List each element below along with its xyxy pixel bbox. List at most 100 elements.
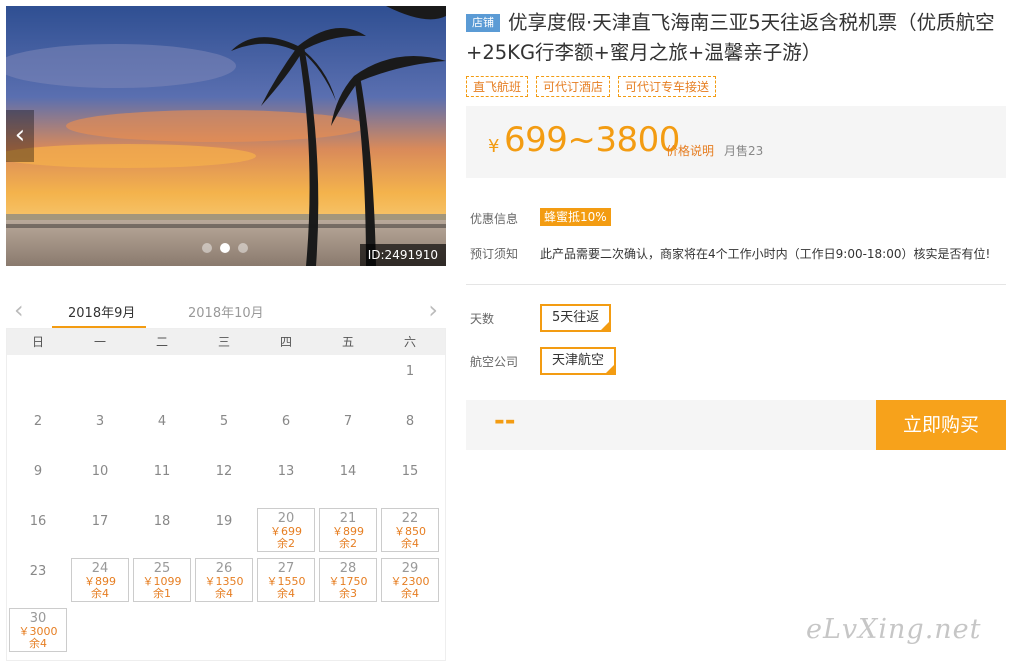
calendar-month-tabs: ‹ 2018年9月 2018年10月 ›	[6, 294, 446, 330]
day-number: 28	[339, 561, 357, 576]
feature-tag: 可代订专车接送	[618, 76, 717, 97]
calendar-day: 4	[131, 405, 193, 455]
day-remaining: 余4	[277, 587, 295, 600]
day-number: 13	[277, 464, 295, 479]
weekday-label: 五	[341, 335, 354, 349]
day-number: 9	[33, 464, 43, 479]
selected-price-placeholder: --	[494, 406, 516, 436]
calendar-day: 16	[7, 505, 69, 555]
days-option-button[interactable]: 5天往返	[540, 304, 612, 332]
weekday-label: 一	[93, 335, 106, 349]
day-remaining: 余4	[29, 637, 47, 650]
day-number: 24	[91, 561, 109, 576]
price-explanation-link[interactable]: 价格说明	[666, 142, 714, 159]
slide-dot[interactable]	[220, 243, 230, 253]
tab-month-1[interactable]: 2018年9月	[68, 302, 135, 321]
site-watermark: eLvXing.net	[806, 614, 982, 645]
day-number: 12	[215, 464, 233, 479]
calendar-day: 13	[255, 455, 317, 505]
day-number: 6	[281, 414, 291, 429]
day-number: 5	[219, 414, 229, 429]
day-number: 3	[95, 414, 105, 429]
product-title: 店铺 优享度假·天津直飞海南三亚5天往返含税机票（优质航空+25KG行李额+蜜月之…	[466, 8, 1006, 68]
calendar-empty-cell	[131, 355, 193, 405]
slide-dot[interactable]	[202, 243, 212, 253]
calendar-day: 10	[69, 455, 131, 505]
day-remaining: 余4	[91, 587, 109, 600]
day-number: 27	[277, 561, 295, 576]
calendar-day: 2	[7, 405, 69, 455]
calendar-empty-cell	[317, 355, 379, 405]
divider	[466, 284, 1006, 285]
day-number: 26	[215, 561, 233, 576]
calendar-day: 12	[193, 455, 255, 505]
airline-option-button[interactable]: 天津航空	[540, 347, 617, 375]
calendar-day[interactable]: 24 ￥899 余4	[71, 558, 129, 602]
calendar-day[interactable]: 21 ￥899 余2	[319, 508, 377, 552]
calendar-day[interactable]: 25 ￥1099 余1	[133, 558, 191, 602]
calendar-day: 19	[193, 505, 255, 555]
airline-label: 航空公司	[470, 355, 519, 369]
day-number: 21	[339, 511, 357, 526]
next-month-icon[interactable]: ›	[428, 296, 438, 324]
day-remaining: 余4	[401, 587, 419, 600]
feature-tag: 直飞航班	[466, 76, 529, 97]
calendar-day[interactable]: 20 ￥699 余2	[257, 508, 315, 552]
monthly-sales: 月售23	[724, 144, 764, 158]
calendar-day[interactable]: 22 ￥850 余4	[381, 508, 439, 552]
day-number: 14	[339, 464, 357, 479]
day-number: 16	[29, 514, 47, 529]
shop-badge[interactable]: 店铺	[466, 14, 500, 32]
day-number: 22	[401, 511, 419, 526]
calendar-day: 6	[255, 405, 317, 455]
buy-now-button[interactable]: 立即购买	[876, 400, 1006, 450]
calendar-day: 15	[379, 455, 441, 505]
calendar-day: 23	[7, 555, 69, 605]
slide-dot[interactable]	[238, 243, 248, 253]
day-number: 29	[401, 561, 419, 576]
weekday-label: 二	[155, 335, 168, 349]
day-number: 23	[29, 564, 47, 579]
prev-month-icon[interactable]: ‹	[14, 296, 24, 324]
weekday-header: 日 一 二 三 四 五 六	[7, 329, 445, 355]
gallery-prev-button[interactable]: ‹	[6, 110, 34, 162]
feature-tag: 可代订酒店	[536, 76, 611, 97]
day-number: 18	[153, 514, 171, 529]
day-remaining: 余4	[401, 537, 419, 550]
calendar-day[interactable]: 26 ￥1350 余4	[195, 558, 253, 602]
calendar-day: 9	[7, 455, 69, 505]
calendar-day[interactable]: 27 ￥1550 余4	[257, 558, 315, 602]
day-number: 4	[157, 414, 167, 429]
calendar-day: 11	[131, 455, 193, 505]
calendar-empty-cell	[255, 355, 317, 405]
day-number: 8	[405, 414, 415, 429]
calendar-day[interactable]: 29 ￥2300 余4	[381, 558, 439, 602]
day-number: 10	[91, 464, 109, 479]
discount-value: 蜂蜜抵10%	[540, 208, 611, 226]
product-id-label: ID:2491910	[359, 244, 446, 266]
day-number: 7	[343, 414, 353, 429]
departure-calendar: 日 一 二 三 四 五 六 1 2 3 4 5 6 7 8 9 10 11 12 13 14 15 16 17 1…	[6, 328, 446, 661]
calendar-day[interactable]: 30 ￥3000 余4	[9, 608, 67, 652]
weekday-label: 日	[31, 335, 44, 349]
calendar-empty-cell	[69, 355, 131, 405]
day-remaining: 余1	[153, 587, 171, 600]
tab-month-2[interactable]: 2018年10月	[188, 302, 264, 321]
day-number: 2	[33, 414, 43, 429]
discount-label: 优惠信息	[470, 212, 519, 226]
calendar-day[interactable]: 28 ￥1750 余3	[319, 558, 377, 602]
weekday-label: 六	[403, 335, 416, 349]
day-number: 19	[215, 514, 233, 529]
discount-badge: 蜂蜜抵10%	[540, 208, 611, 226]
day-number: 11	[153, 464, 171, 479]
calendar-day: 8	[379, 405, 441, 455]
calendar-day: 7	[317, 405, 379, 455]
day-remaining: 余2	[277, 537, 295, 550]
day-number: 30	[29, 611, 47, 626]
day-number: 1	[405, 364, 415, 379]
calendar-empty-cell	[7, 355, 69, 405]
days-label: 天数	[470, 312, 495, 326]
day-remaining: 余3	[339, 587, 357, 600]
weekday-label: 四	[279, 335, 292, 349]
photo-gallery: ‹ › ID:2491910	[6, 6, 446, 266]
